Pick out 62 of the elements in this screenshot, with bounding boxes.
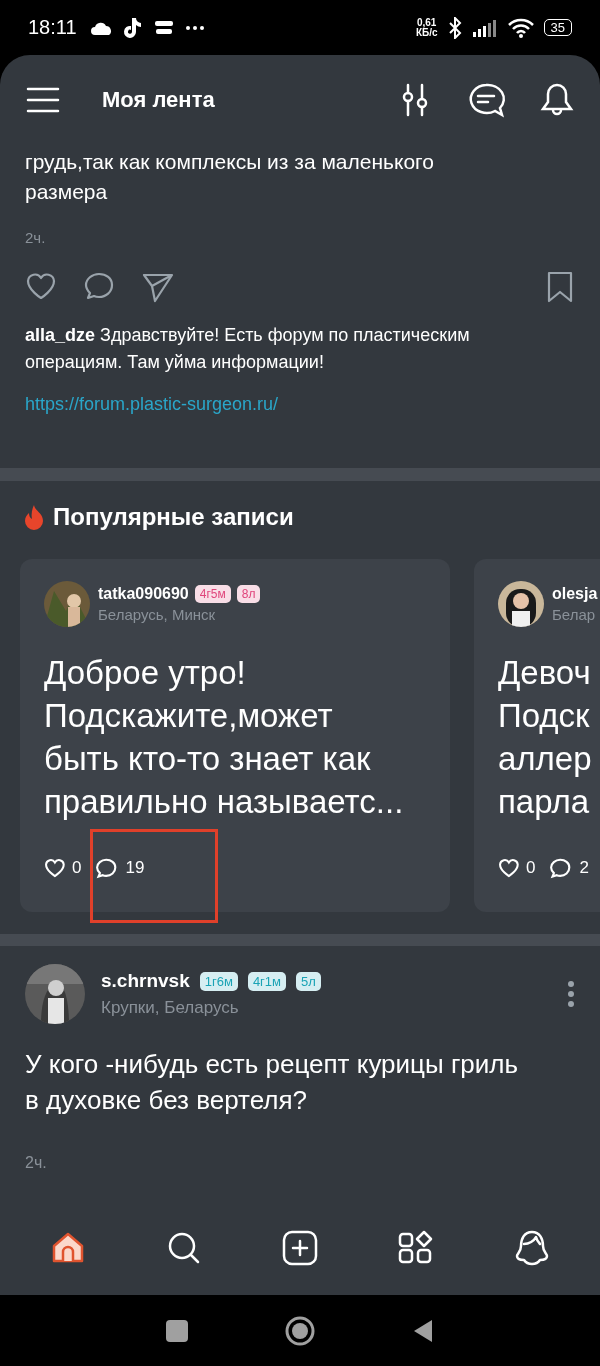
music-note-icon	[122, 16, 143, 39]
badge: 4г5м	[194, 585, 231, 603]
square-icon	[164, 1317, 190, 1344]
battery-level: 35	[543, 19, 572, 36]
likes-count: 0	[526, 858, 536, 878]
username: olesja	[552, 585, 598, 603]
username: s.chrnvsk	[101, 970, 190, 992]
notifications-button[interactable]	[540, 82, 574, 118]
home-button[interactable]	[285, 1315, 315, 1346]
grid-icon	[398, 1229, 434, 1266]
comments-count: 19	[125, 858, 145, 878]
badge: 5л	[296, 971, 321, 991]
post-title-line: Девоч	[498, 653, 592, 693]
badge: 8л	[236, 585, 261, 603]
signal-icon	[471, 18, 498, 37]
heart-icon	[44, 857, 66, 879]
post-title-line: аллер	[498, 739, 593, 779]
wifi-icon	[507, 17, 534, 38]
location-text: Беларусь, Минск	[98, 606, 217, 623]
badge: 1г6м	[199, 971, 238, 991]
post-card[interactable]: tatka090690 4г5м 8л Беларусь, Минск Доброе утро! Подскажите,может быть кто-то знает как правильно называетс... 0 19	[20, 559, 450, 912]
post-time: 2ч.	[25, 229, 47, 246]
section-title: Популярные записи	[53, 503, 294, 531]
post-title-line: Подскажите,может	[44, 696, 334, 736]
forum-link[interactable]: https://forum.plastic-surgeon.ru/	[25, 394, 279, 415]
bell-icon	[540, 82, 574, 118]
post-title-line: правильно называетс...	[44, 782, 405, 822]
cloud-icon	[90, 20, 113, 35]
post-title-line: парла	[498, 782, 591, 822]
network-unit: КБ/с	[415, 27, 438, 38]
comment-text: alla_dze Здравствуйте! Есть форум по пластическим операциям. Там уйма информации!	[25, 324, 471, 374]
network-speed: 0,61	[416, 17, 437, 28]
post-title-line: быть кто-то знает как	[44, 739, 372, 779]
bookmark-icon	[545, 270, 575, 304]
woman-silhouette-icon	[514, 1229, 550, 1266]
post-time: 2ч.	[25, 1154, 48, 1172]
location-text: Крупки, Беларусь	[101, 998, 240, 1018]
add-icon	[282, 1229, 318, 1266]
location-text: Белар	[552, 606, 597, 623]
comments-count: 2	[579, 858, 589, 878]
screen-title: Моя лента	[102, 87, 216, 113]
badge: 4г1м	[247, 971, 286, 991]
post-title-line: Подск	[498, 696, 591, 736]
more-vertical-icon	[567, 981, 575, 1007]
app-logo-icon	[152, 18, 175, 37]
more-button[interactable]	[567, 981, 575, 1007]
post-card[interactable]: olesja Белар Девоч Подск аллер парла 0 2	[474, 559, 600, 912]
circle-icon	[285, 1315, 315, 1346]
menu-icon	[26, 86, 60, 114]
post-title-line: Доброе утро!	[44, 653, 247, 693]
menu-button[interactable]	[26, 86, 60, 114]
post-text: У кого -нибудь есть рецепт курицы гриль в духовке без вертеля?	[25, 1048, 520, 1117]
heart-icon	[498, 857, 520, 879]
clock-time: 18:11	[28, 16, 77, 39]
username: tatka090690	[98, 585, 189, 603]
bluetooth-icon	[447, 16, 462, 39]
bookmark-button[interactable]	[545, 270, 575, 304]
more-icon	[184, 24, 205, 31]
likes-count: 0	[72, 858, 82, 878]
flame-icon	[23, 504, 45, 530]
recents-button[interactable]	[164, 1317, 190, 1344]
post-text: грудь,так как комплексы из за маленького размера	[25, 149, 435, 205]
